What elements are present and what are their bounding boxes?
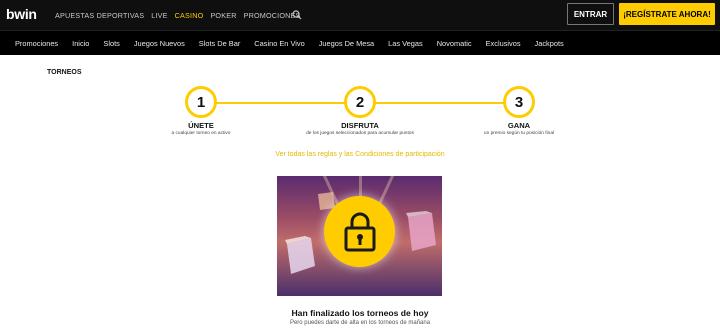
- search-icon[interactable]: [292, 10, 302, 20]
- register-button[interactable]: ¡REGÍSTRATE AHORA!: [619, 3, 715, 25]
- subnav-item-las-vegas[interactable]: Las Vegas: [388, 39, 423, 48]
- step-2-title: DISFRUTA: [341, 121, 379, 130]
- subnav-item-casino-en-vivo[interactable]: Casino En Vivo: [254, 39, 304, 48]
- tournaments-ended-title: Han finalizado los torneos de hoy: [291, 308, 429, 318]
- casino-subnav: Promociones Inicio Slots Juegos Nuevos S…: [0, 30, 720, 55]
- tournaments-banner: [277, 176, 442, 296]
- login-button[interactable]: ENTRAR: [567, 3, 614, 25]
- step-2-desc: de los juegos seleccionados para acumula…: [306, 131, 414, 136]
- nav-apuestas-deportivas[interactable]: APUESTAS DEPORTIVAS: [55, 11, 144, 20]
- subnav-item-juegos-de-mesa[interactable]: Juegos De Mesa: [319, 39, 374, 48]
- step-3-desc: un premio según tu posición final: [483, 131, 555, 136]
- subnav-item-promociones[interactable]: Promociones: [15, 39, 58, 48]
- step-2-circle: 2: [344, 86, 376, 118]
- subnav-item-inicio[interactable]: Inicio: [72, 39, 89, 48]
- step-1-circle: 1: [185, 86, 217, 118]
- step-3-circle: 3: [503, 86, 535, 118]
- bwin-logo[interactable]: bwin: [6, 6, 37, 22]
- nav-poker[interactable]: POKER: [210, 11, 236, 20]
- subnav-item-jackpots[interactable]: Jackpots: [535, 39, 564, 48]
- top-header: bwin APUESTAS DEPORTIVAS LIVE CASINO POK…: [0, 0, 720, 30]
- nav-live[interactable]: LIVE: [151, 11, 167, 20]
- ice-cube-right: [406, 211, 436, 251]
- lock-icon: [344, 212, 376, 252]
- main-nav: APUESTAS DEPORTIVAS LIVE CASINO POKER PR…: [55, 11, 301, 20]
- step-1-title: ÚNETE: [188, 121, 214, 130]
- section-title: TORNEOS: [47, 69, 82, 76]
- tournaments-ended-subtitle: Pero puedes darte de alta en los torneos…: [289, 320, 431, 326]
- ice-cube-left: [285, 236, 315, 274]
- subnav-item-juegos-nuevos[interactable]: Juegos Nuevos: [134, 39, 185, 48]
- step-1-desc: a cualquier torneo en activo: [171, 131, 231, 136]
- nav-casino[interactable]: CASINO: [175, 11, 204, 20]
- subnav-item-novomatic[interactable]: Novomatic: [437, 39, 472, 48]
- subnav-item-slots[interactable]: Slots: [103, 39, 119, 48]
- rules-link[interactable]: Ver todas las reglas y las Condiciones d…: [200, 151, 520, 158]
- subnav-item-exclusivos[interactable]: Exclusivos: [486, 39, 521, 48]
- step-3-title: GANA: [507, 121, 531, 130]
- subnav-item-slots-de-bar[interactable]: Slots De Bar: [199, 39, 241, 48]
